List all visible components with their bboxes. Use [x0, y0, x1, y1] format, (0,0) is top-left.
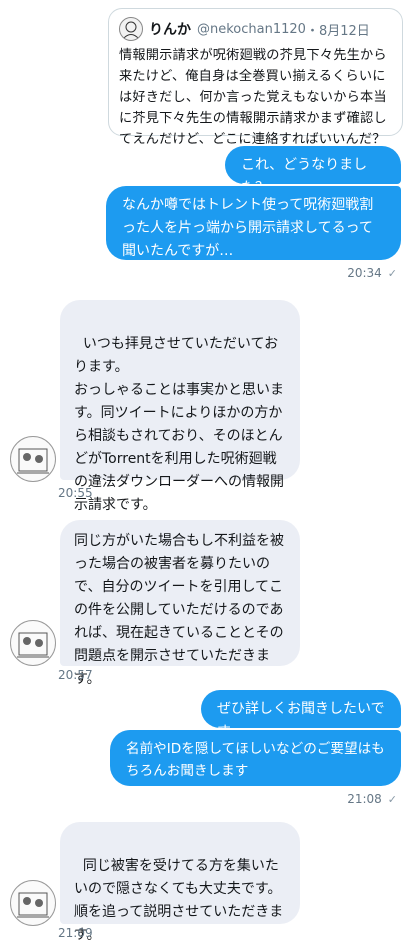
read-check-icon: ✓	[387, 793, 397, 806]
sender-avatar[interactable]	[10, 436, 56, 482]
message-text: 同じ方がいた場合もし不利益を被った場合の被害者を募りたいので、自分のツイートを引…	[74, 533, 284, 687]
message-text: 同じ被害を受けてる方を集いたいので隠さなくても大丈夫です。 順を追って説明させて…	[74, 858, 284, 943]
message-bubble-incoming[interactable]: いつも拝見させていただいております。 おっしゃることは事実かと思います。同ツイー…	[60, 300, 300, 513]
message-bubble-outgoing[interactable]: なんか噂ではトレント使って呪術廻戦割った人を片っ端から開示請求してるって聞いたん…	[106, 186, 401, 260]
sender-avatar[interactable]	[10, 620, 56, 666]
quoted-tweet-name: りんか	[149, 22, 191, 38]
message-timestamp: 20:57	[58, 668, 93, 682]
message-text: なんか噂ではトレント使って呪術廻戦割った人を片っ端から開示請求してるって聞いたん…	[122, 197, 374, 259]
quoted-tweet-header: りんか @nekochan1120 ・8月12日	[119, 17, 392, 41]
message-text: 名前やIDを隠してほしいなどのご要望はもちろんお聞きします	[126, 741, 385, 779]
message-bubble-outgoing[interactable]: 名前やIDを隠してほしいなどのご要望はもちろんお聞きします	[110, 730, 401, 786]
message-timestamp: 20:55	[58, 486, 93, 500]
message-timestamp: 21:09	[58, 926, 93, 940]
quoted-tweet-card[interactable]: りんか @nekochan1120 ・8月12日 情報開示請求が呪術廻戦の芥見下…	[108, 8, 403, 147]
quoted-tweet-text: 情報開示請求が呪術廻戦の芥見下々先生から来たけど、俺自身は全巻買い揃えるくらいに…	[119, 48, 387, 147]
read-check-icon: ✓	[387, 267, 397, 280]
message-bubble-outgoing[interactable]: ぜひ詳しくお聞きしたいです	[201, 690, 401, 740]
message-bubble-incoming[interactable]: 同じ被害を受けてる方を集いたいので隠さなくても大丈夫です。 順を追って説明させて…	[60, 822, 300, 943]
message-bubble-outgoing[interactable]: これ、どうなりました？	[225, 146, 401, 196]
quoted-tweet-avatar[interactable]	[119, 17, 143, 41]
message-text: いつも拝見させていただいております。 おっしゃることは事実かと思います。同ツイー…	[74, 336, 284, 513]
quoted-tweet-date: ・8月12日	[305, 23, 370, 39]
sender-avatar[interactable]	[10, 880, 56, 926]
message-bubble-incoming[interactable]: 同じ方がいた場合もし不利益を被った場合の被害者を募りたいので、自分のツイートを引…	[60, 520, 300, 687]
message-timestamp: 20:34 ✓	[347, 266, 397, 280]
message-timestamp: 21:08 ✓	[347, 792, 397, 806]
quoted-tweet-handle: @nekochan1120	[197, 21, 306, 37]
